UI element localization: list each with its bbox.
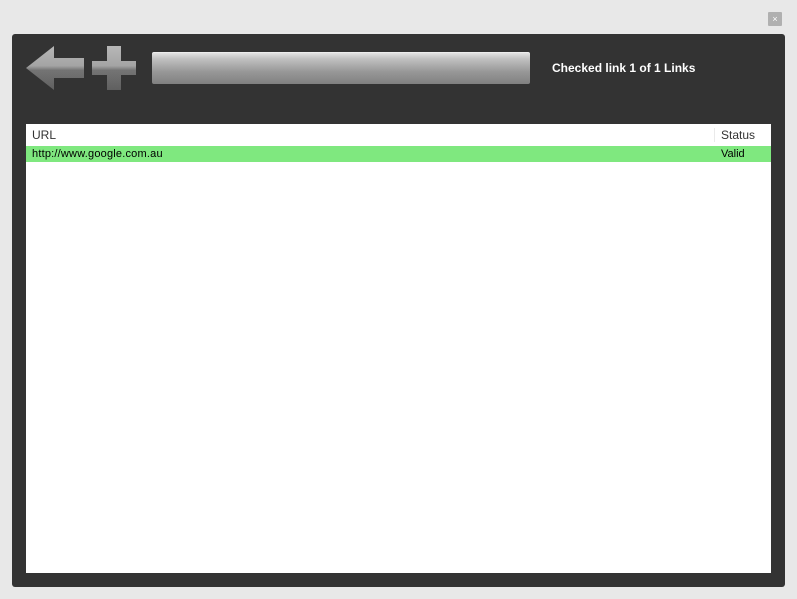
progress-bar (152, 52, 530, 84)
close-button[interactable]: × (768, 12, 782, 26)
status-text: Checked link 1 of 1 Links (552, 61, 695, 75)
table-header: URL Status (26, 124, 771, 146)
plus-icon (92, 46, 136, 90)
cell-status: Valid (715, 148, 771, 160)
column-header-status[interactable]: Status (715, 128, 771, 142)
table-row[interactable]: http://www.google.com.au Valid (26, 146, 771, 162)
results-table: URL Status http://www.google.com.au Vali… (26, 124, 771, 573)
column-header-url[interactable]: URL (26, 128, 715, 142)
arrow-left-icon (26, 46, 84, 90)
add-button[interactable] (92, 46, 136, 90)
back-button[interactable] (26, 46, 84, 90)
toolbar: Checked link 1 of 1 Links (12, 34, 785, 102)
cell-url: http://www.google.com.au (26, 148, 715, 160)
main-panel: Checked link 1 of 1 Links URL Status htt… (12, 34, 785, 587)
